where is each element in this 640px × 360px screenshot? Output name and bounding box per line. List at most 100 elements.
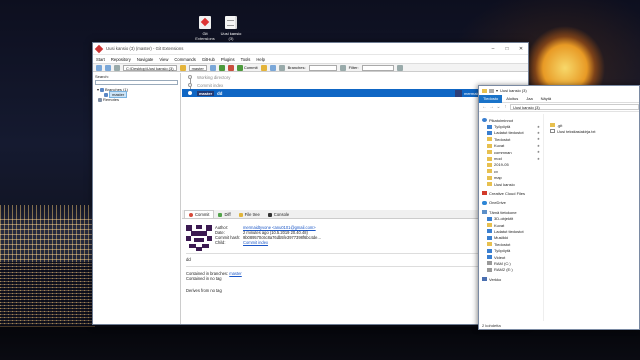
folder-icon	[487, 137, 492, 142]
filter-options-icon[interactable]	[396, 64, 403, 71]
folder-icon	[487, 242, 492, 247]
detail-tabs: Commit Diff File tree Console	[182, 210, 528, 219]
refresh-icon[interactable]	[114, 64, 120, 71]
tab-file-tree[interactable]: File tree	[235, 211, 264, 218]
git-extensions-icon	[199, 16, 211, 29]
close-button[interactable]: ✕	[514, 43, 528, 55]
menu-view[interactable]: View	[159, 57, 168, 62]
list-item[interactable]: Uusi tekstiasiakirja.txt	[547, 128, 639, 134]
repository-dropdown[interactable]: C:\Desktop\Uusi kansio (3)	[123, 64, 177, 71]
star-icon	[482, 118, 487, 123]
back-arrow-icon[interactable]: ←	[482, 104, 487, 110]
push-icon[interactable]	[227, 64, 234, 71]
nav-item-label: Ladatut tiedostot	[494, 228, 524, 234]
pin-icon[interactable]: ★	[537, 125, 540, 129]
minimize-button[interactable]: –	[486, 43, 500, 55]
menu-commands[interactable]: Commands	[174, 57, 195, 62]
nav-item[interactable]: Verkko	[479, 276, 543, 282]
commit-button[interactable]: Commit	[236, 64, 258, 71]
ribbon-tab-home[interactable]: Aloitus	[502, 95, 522, 103]
menu-tools[interactable]: Tools	[241, 57, 251, 62]
graph-node	[188, 83, 192, 87]
collapse-icon[interactable]: ▾	[97, 87, 99, 92]
menu-navigate[interactable]: Navigate	[137, 57, 154, 62]
branches-filter-input[interactable]	[308, 64, 337, 71]
stash-icon[interactable]	[209, 64, 216, 71]
contained-branch-link[interactable]: master	[229, 271, 242, 276]
navigation-pane: Pikatoiminnot Työpöytä ★ Ladatut tiedostot ★…	[479, 114, 544, 321]
menu-help[interactable]: Help	[256, 57, 265, 62]
pin-icon[interactable]: ★	[537, 157, 540, 161]
author-avatar	[186, 225, 212, 251]
nav-item-label: Tiedostot	[494, 136, 511, 142]
up-arrow-icon[interactable]: ↑	[503, 104, 508, 110]
quick-access-toolbar-icon[interactable]	[489, 88, 494, 93]
revision-row-selected[interactable]: master dd mermaidtyvone 2 minute	[182, 89, 528, 97]
revision-row-commit-index[interactable]: Commit index	[182, 81, 528, 89]
nav-item-label: commnan	[494, 149, 512, 155]
ribbon-tab-share[interactable]: Jaa	[522, 95, 536, 103]
forward-icon[interactable]	[105, 64, 111, 71]
cc-icon	[482, 191, 487, 196]
remote-icon	[98, 97, 102, 102]
maximize-button[interactable]: □	[500, 43, 514, 55]
folder-icon	[487, 162, 492, 167]
author-avatar-small	[455, 89, 462, 97]
contained-tags-text: Contained in no tag	[186, 276, 222, 281]
pin-icon[interactable]: ★	[537, 137, 540, 141]
desktop-icon-uusi-kansio[interactable]: Uusi kansio (3)	[217, 16, 245, 41]
filter-input[interactable]	[361, 64, 394, 71]
child-link[interactable]: Commit index	[243, 240, 268, 245]
tab-diff[interactable]: Diff	[214, 211, 234, 218]
repo-objects-pane: Search: ▾ Branches (1) master ​ Remotes	[93, 73, 181, 324]
drive-icon	[487, 267, 492, 272]
diff-icon	[218, 212, 223, 217]
desktop-icon-label: (3)	[228, 36, 234, 41]
file-name: .git	[557, 122, 563, 128]
revision-row-working-directory[interactable]: Working directory	[182, 73, 528, 81]
chevron-down-icon[interactable]: ⌄	[496, 104, 501, 110]
pc-icon	[482, 210, 487, 215]
revision-message: Working directory	[197, 74, 231, 80]
pin-icon[interactable]: ★	[537, 150, 540, 154]
dropdown-icon[interactable]: ▾	[496, 88, 498, 93]
folder-icon	[487, 156, 492, 161]
filter-icon[interactable]	[339, 64, 346, 71]
wallpaper-city-lights	[0, 215, 95, 265]
branch-dropdown[interactable]: master	[188, 64, 207, 71]
folder-icon	[482, 88, 487, 93]
menu-repository[interactable]: Repository	[111, 57, 131, 62]
tree-item-remotes[interactable]: ​ Remotes	[95, 97, 178, 102]
nav-item-label: Kuvat	[494, 222, 505, 228]
settings-icon[interactable]	[278, 64, 285, 71]
gitbash-icon[interactable]	[269, 64, 276, 71]
ribbon-tab-view[interactable]: Näytä	[537, 95, 555, 103]
menu-github[interactable]: GitHub	[202, 57, 215, 62]
folder-icon	[487, 182, 492, 187]
branches-label: Branches:	[287, 65, 306, 70]
desktop-icon-git-extensions[interactable]: Git Extensions	[191, 16, 219, 41]
back-icon[interactable]	[96, 64, 102, 71]
address-input[interactable]: Uusi kansio (3)	[510, 104, 639, 110]
pin-icon[interactable]: ★	[537, 144, 540, 148]
stash-pop-icon[interactable]	[260, 64, 267, 71]
ribbon-tab-file[interactable]: Tiedosto	[479, 94, 503, 103]
blue-icon	[487, 248, 492, 253]
menu-start[interactable]: Start	[96, 57, 105, 62]
text-file-icon	[550, 129, 555, 133]
pull-icon[interactable]	[218, 64, 225, 71]
blue-icon	[487, 235, 492, 240]
nav-item-label: Työpöytä	[494, 124, 511, 130]
nav-item-label: Tämä tietokone	[489, 209, 517, 215]
nav-item-label: Verkko	[489, 276, 502, 282]
tab-commit[interactable]: Commit	[184, 210, 215, 218]
forward-arrow-icon[interactable]: →	[489, 104, 494, 110]
revision-message: dd	[217, 90, 223, 96]
pin-icon[interactable]: ★	[537, 131, 540, 135]
menu-plugins[interactable]: Plugins	[221, 57, 235, 62]
folder-icon[interactable]	[179, 64, 186, 71]
divider	[186, 253, 520, 254]
nav-item-label: 2019-05	[494, 162, 509, 168]
nav-item-label: mod	[494, 156, 502, 162]
tab-console[interactable]: Console	[264, 211, 293, 218]
